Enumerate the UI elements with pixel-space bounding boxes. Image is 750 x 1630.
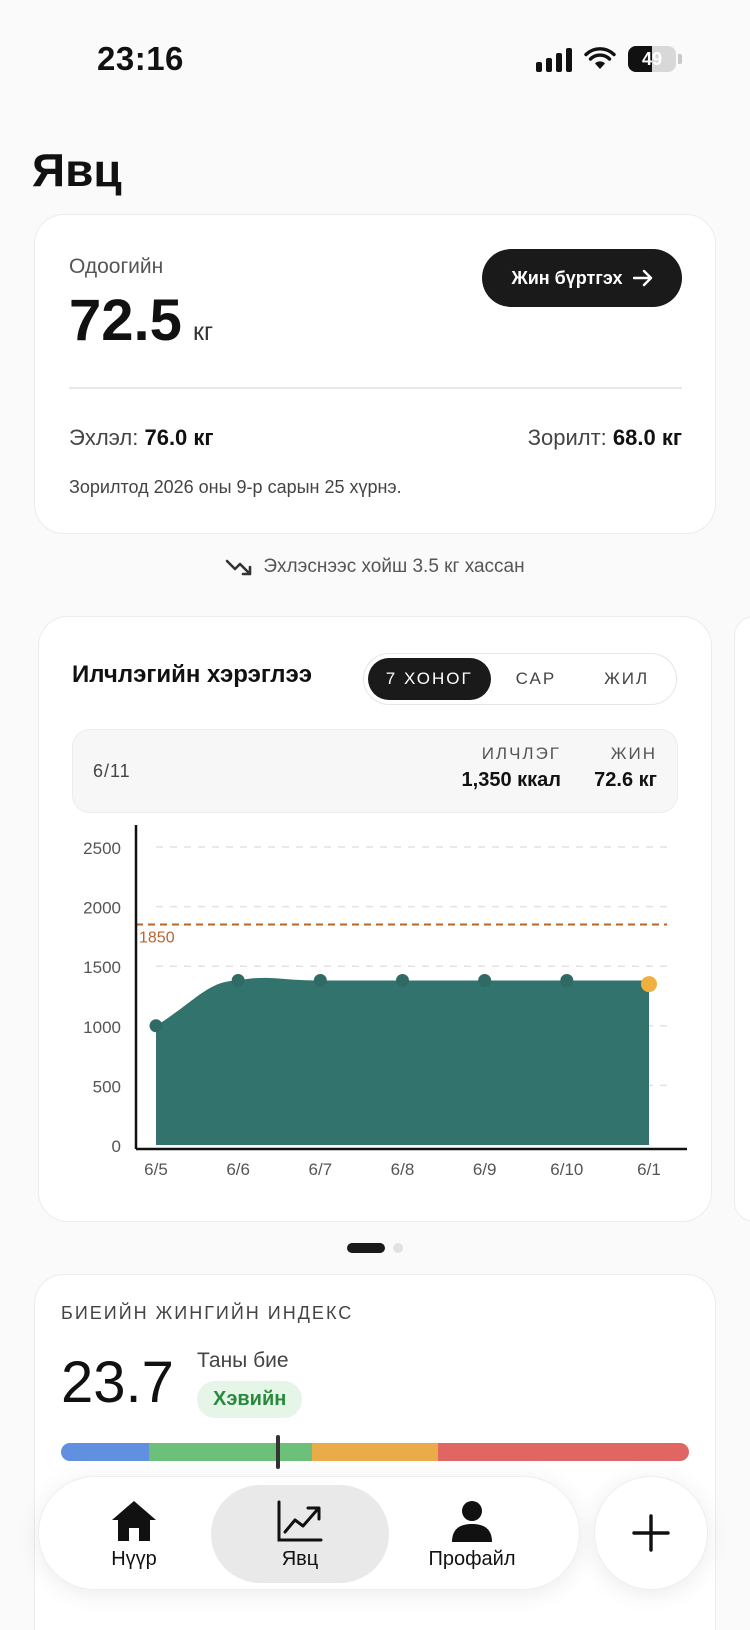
status-bar: 23:16 49 xyxy=(0,0,750,110)
current-weight-value: 72.5 xyxy=(69,288,182,353)
goal-weight: Зорилт: 68.0 кг xyxy=(528,425,682,451)
x-tick-label: 6/9 xyxy=(473,1160,497,1179)
nav-label-profile: Профайл xyxy=(428,1547,516,1570)
selected-point xyxy=(641,976,657,993)
y-tick-label: 2000 xyxy=(83,899,121,918)
bmi-category-badge: Хэвийн xyxy=(197,1381,303,1418)
data-point xyxy=(396,974,409,988)
nav-item-progress[interactable]: Явц xyxy=(211,1477,389,1591)
calorie-area xyxy=(156,977,649,1145)
y-tick-label: 500 xyxy=(93,1077,121,1096)
progress-note: Эхлэснээс хойш 3.5 кг хассан xyxy=(0,556,750,578)
home-icon xyxy=(112,1500,156,1541)
current-weight-label: Одоогийн xyxy=(69,255,164,278)
progress-note-text: Эхлэснээс хойш 3.5 кг хассан xyxy=(263,556,525,577)
bmi-scale-bar xyxy=(61,1443,689,1461)
data-point xyxy=(478,974,492,988)
weight-card: Одоогийн 72.5 кг Жин бүртгэх Эхлэл: 76.0… xyxy=(34,214,716,534)
bmi-segment xyxy=(312,1443,438,1461)
data-point xyxy=(231,974,245,988)
bmi-value: 23.7 xyxy=(61,1350,174,1415)
calorie-chart[interactable]: 0 500 1000 1500 2000 2500 1850 6/5 6/6 6/7 6/8 6/9 6… xyxy=(39,617,713,1223)
battery-icon: 49 xyxy=(628,46,676,72)
target-label: 1850 xyxy=(139,929,175,946)
carousel-dot-active[interactable] xyxy=(347,1243,385,1253)
bmi-segment xyxy=(148,1443,313,1461)
goal-weight-value: 68.0 кг xyxy=(612,425,682,450)
chart-icon xyxy=(277,1500,323,1541)
goal-weight-label: Зорилт: xyxy=(527,425,607,450)
x-tick-label: 6/6 xyxy=(226,1160,250,1179)
nav-label-progress: Явц xyxy=(281,1547,319,1570)
signal-icon xyxy=(536,46,572,72)
start-weight: Эхлэл: 76.0 кг xyxy=(69,425,214,451)
bmi-marker xyxy=(275,1435,280,1469)
x-tick-label: 6/8 xyxy=(391,1160,415,1179)
bmi-segment xyxy=(437,1443,689,1461)
log-weight-label: Жин бүртгэх xyxy=(511,267,623,288)
status-icons: 49 xyxy=(536,46,682,72)
x-tick-label: 6/10 xyxy=(550,1160,583,1179)
wifi-icon xyxy=(584,47,616,69)
x-tick-label: 6/5 xyxy=(144,1160,168,1179)
y-tick-label: 1500 xyxy=(83,958,121,977)
start-weight-label: Эхлэл: xyxy=(69,425,139,450)
nav-item-home[interactable]: Нүүр xyxy=(45,1477,223,1591)
data-point xyxy=(149,1019,163,1033)
next-card-peek[interactable] xyxy=(734,616,750,1222)
y-tick-label: 1000 xyxy=(83,1018,121,1037)
bottom-nav: Нүүр Явц Профайл xyxy=(38,1476,580,1590)
trending-down-icon xyxy=(226,559,252,576)
status-time: 23:16 xyxy=(97,40,184,77)
data-point xyxy=(560,974,574,988)
bmi-label: БИЕИЙН ЖИНГИЙН ИНДЕКС xyxy=(61,1303,354,1323)
bmi-segment xyxy=(61,1443,149,1461)
divider xyxy=(69,387,682,389)
person-icon xyxy=(452,1500,492,1542)
carousel-dot[interactable] xyxy=(393,1243,403,1253)
add-button[interactable] xyxy=(594,1476,708,1590)
x-tick-label: 6/1 xyxy=(637,1160,661,1179)
data-point xyxy=(313,974,327,988)
goal-eta-text: Зорилтод 2026 оны 9-р сарын 25 хүрнэ. xyxy=(69,477,402,497)
y-tick-label: 2500 xyxy=(83,839,121,858)
battery-level: 49 xyxy=(641,48,663,69)
x-tick-label: 6/7 xyxy=(309,1160,333,1179)
nav-item-profile[interactable]: Профайл xyxy=(383,1477,561,1591)
calorie-chart-card: Илчлэгийн хэрэглээ 7 ХОНОГ САР ЖИЛ 6/11 … xyxy=(38,616,712,1222)
log-weight-button[interactable]: Жин бүртгэх xyxy=(482,249,682,307)
nav-label-home: Нүүр xyxy=(111,1547,157,1570)
start-weight-value: 76.0 кг xyxy=(144,425,214,450)
y-tick-label: 0 xyxy=(112,1137,121,1156)
bmi-subtitle: Таны бие xyxy=(197,1349,289,1372)
current-weight-unit: кг xyxy=(193,318,214,346)
carousel-indicator xyxy=(0,1243,750,1253)
arrow-right-icon xyxy=(632,269,652,287)
page-title: Явц xyxy=(32,144,122,196)
plus-icon xyxy=(632,1514,670,1552)
